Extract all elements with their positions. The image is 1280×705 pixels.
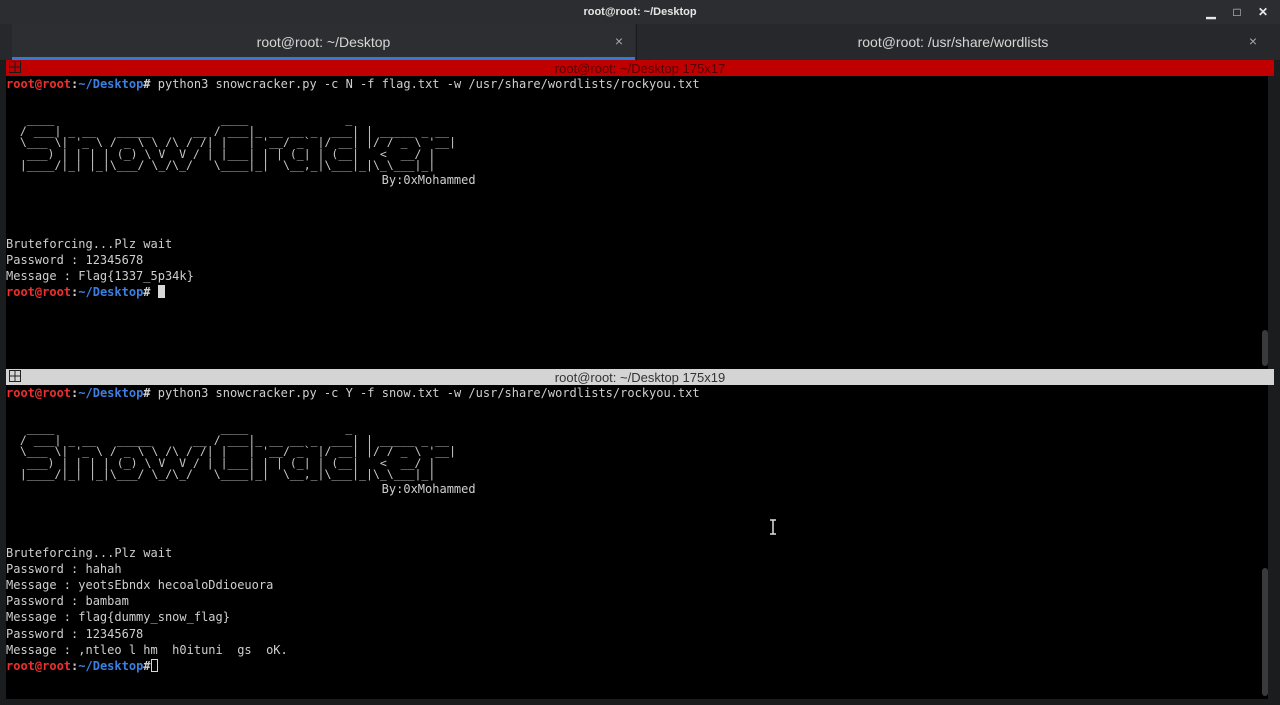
- output-line: Password : 12345678: [6, 626, 144, 641]
- command-line: root@root:~/Desktop# python3 snowcracker…: [6, 77, 700, 91]
- ascii-banner: ____ ____ _ / ___| _ __ _____ __ / ___|_…: [19, 421, 457, 482]
- output-line: Message : flag{dummy_snow_flag}: [6, 610, 230, 625]
- prompt-line: root@root:~/Desktop#: [6, 658, 1268, 674]
- prompt-line: root@root:~/Desktop#: [6, 284, 1268, 300]
- output-line: Bruteforcing...Plz wait: [6, 237, 173, 252]
- text-cursor: [157, 285, 165, 299]
- tab-wordlists[interactable]: root@root: /usr/share/wordlists ×: [636, 24, 1269, 60]
- command-line: root@root:~/Desktop# python3 snowcracker…: [6, 386, 700, 400]
- terminal-pane-top[interactable]: root@root:~/Desktop# python3 snowcracker…: [6, 76, 1268, 369]
- output-line: Message : Flag{1337_5p34k}: [6, 269, 194, 284]
- command-text: python3 snowcracker.py -c Y -f snow.txt …: [150, 386, 700, 400]
- maximize-icon[interactable]: □: [1230, 5, 1244, 19]
- tab-bar: root@root: ~/Desktop × root@root: /usr/s…: [0, 24, 1280, 61]
- tab-close-icon[interactable]: ×: [615, 33, 623, 49]
- ascii-banner: ____ ____ _ / ___| _ __ _____ __ / ___|_…: [19, 112, 457, 173]
- pane-header-top[interactable]: root@root: ~/Desktop 175x17: [6, 60, 1274, 76]
- split-terminal-icon[interactable]: [9, 370, 21, 382]
- window-controls: ▁ □ ✕: [1204, 0, 1270, 24]
- output-line: Password : hahah: [6, 562, 122, 577]
- split-terminal-icon[interactable]: [9, 61, 21, 73]
- command-text: python3 snowcracker.py -c N -f flag.txt …: [150, 77, 700, 91]
- tab-desktop[interactable]: root@root: ~/Desktop ×: [12, 24, 635, 60]
- author-credit: By:0xMohammed: [6, 481, 476, 496]
- close-window-icon[interactable]: ✕: [1256, 5, 1270, 19]
- output-line: Password : 12345678: [6, 253, 144, 268]
- author-credit: By:0xMohammed: [6, 172, 476, 187]
- terminal-pane-bottom[interactable]: root@root:~/Desktop# python3 snowcracker…: [6, 385, 1268, 699]
- tab-close-icon[interactable]: ×: [1249, 33, 1257, 49]
- pane-title: root@root: ~/Desktop 175x19: [554, 369, 726, 385]
- scrollbar-top[interactable]: [1262, 330, 1268, 366]
- window-title: root@root: ~/Desktop: [583, 6, 697, 18]
- output-line: Password : bambam: [6, 594, 129, 609]
- mouse-ibeam-cursor-icon: [770, 519, 776, 535]
- window-titlebar: root@root: ~/Desktop ▁ □ ✕: [0, 0, 1280, 24]
- tab-label: root@root: ~/Desktop: [256, 34, 391, 50]
- tab-label: root@root: /usr/share/wordlists: [857, 34, 1049, 50]
- output-line: Message : ,ntleo l hm h0ituni gs oK.: [6, 642, 288, 657]
- minimize-icon[interactable]: ▁: [1204, 5, 1218, 19]
- text-cursor: [150, 658, 158, 672]
- output-line: Message : yeotsEbndx hecoaloDdioeuora: [6, 578, 274, 593]
- output-line: Bruteforcing...Plz wait: [6, 546, 173, 561]
- scrollbar-bottom[interactable]: [1262, 568, 1268, 696]
- pane-title: root@root: ~/Desktop 175x17: [554, 60, 726, 76]
- pane-header-bottom[interactable]: root@root: ~/Desktop 175x19: [6, 369, 1274, 385]
